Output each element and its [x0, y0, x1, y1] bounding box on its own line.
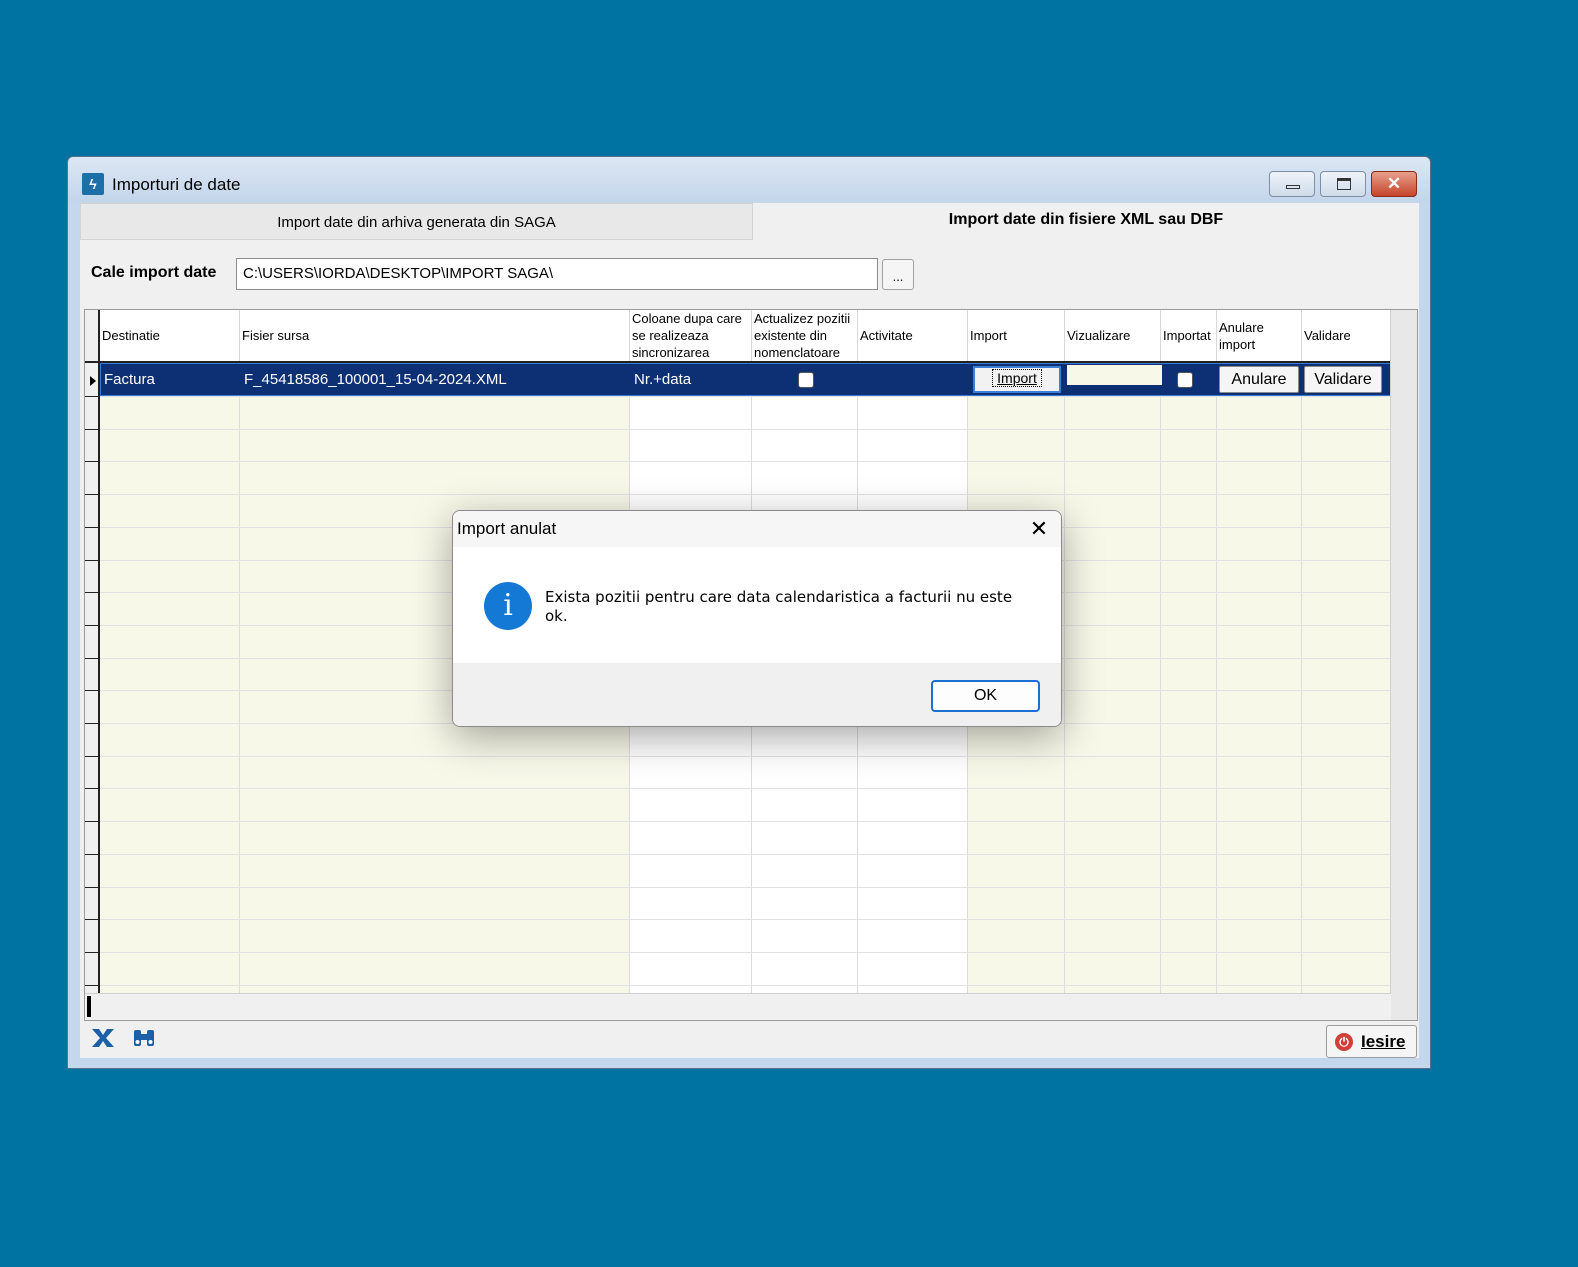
row-indicator-tick — [85, 526, 98, 528]
row-indicator-tick — [85, 984, 98, 986]
row-indicator-tick — [85, 624, 98, 626]
dialog-title: Import anulat — [457, 519, 557, 538]
row-indicator-tick — [85, 690, 98, 692]
grid-row-line — [100, 951, 1391, 953]
message-dialog: Import anulat ✕ i Exista pozitii pentru … — [452, 510, 1062, 727]
browse-button[interactable]: ... — [882, 259, 914, 290]
row-indicator-tick — [85, 919, 98, 921]
row-indicator-tick — [85, 494, 98, 496]
row-indicator-tick — [85, 755, 98, 757]
col-bg — [100, 363, 240, 993]
binoculars-icon[interactable] — [131, 1026, 157, 1050]
col-vizualizare[interactable]: Vizualizare — [1065, 310, 1161, 361]
power-icon: ⏻ — [1335, 1033, 1353, 1051]
row-indicator-tick — [85, 853, 98, 855]
minimize-icon — [1286, 185, 1300, 189]
header-indicator — [85, 310, 100, 361]
window-titlebar[interactable]: ϟ Importuri de date ✕ — [68, 157, 1430, 203]
table-row[interactable]: Factura F_45418586_100001_15-04-2024.XML… — [100, 363, 1391, 396]
row-indicator-tick — [85, 396, 98, 397]
actualizez-checkbox[interactable] — [798, 372, 814, 388]
dialog-message: Exista pozitii pentru care data calendar… — [545, 588, 1013, 625]
ok-button[interactable]: OK — [931, 680, 1040, 712]
grid-row-line — [100, 461, 1391, 463]
grid-row-line — [100, 396, 1391, 397]
import-button-label: Import — [992, 369, 1042, 387]
minimize-button[interactable] — [1269, 171, 1315, 197]
grid-header: Destinatie Fisier sursa Coloane dupa car… — [85, 310, 1391, 363]
col-bg — [1217, 363, 1302, 993]
grid-row-line — [100, 755, 1391, 757]
maximize-button[interactable] — [1320, 171, 1366, 197]
col-validare[interactable]: Validare — [1302, 310, 1391, 361]
col-import[interactable]: Import — [968, 310, 1065, 361]
app-lightning-icon: ϟ — [82, 173, 104, 195]
maximize-icon — [1337, 178, 1351, 190]
row-indicator-tick — [85, 428, 98, 430]
exit-button[interactable]: ⏻ Iesire — [1326, 1025, 1417, 1058]
info-icon: i — [484, 582, 532, 630]
tab-import-xml-dbf[interactable]: Import date din fisiere XML sau DBF — [753, 203, 1419, 240]
cell-fisier-sursa[interactable]: F_45418586_100001_15-04-2024.XML — [241, 364, 631, 395]
scroll-marker — [87, 996, 91, 1017]
col-destinatie[interactable]: Destinatie — [100, 310, 240, 361]
col-activitate[interactable]: Activitate — [858, 310, 968, 361]
dialog-footer: OK — [453, 663, 1061, 726]
row-indicator-tick — [85, 461, 98, 463]
grid-row-line — [100, 821, 1391, 823]
grid-row-line — [100, 886, 1391, 888]
grid-row-line — [100, 919, 1391, 921]
exit-button-label: Iesire — [1361, 1032, 1406, 1051]
row-indicator-tick — [85, 788, 98, 790]
cell-coloane[interactable]: Nr.+data — [631, 364, 753, 395]
current-row-marker-icon — [90, 376, 96, 386]
validare-button[interactable]: Validare — [1304, 366, 1382, 393]
col-bg — [1161, 363, 1217, 993]
row-indicator-tick — [85, 951, 98, 953]
cell-vizualizare[interactable] — [1067, 365, 1162, 385]
close-icon: ✕ — [1386, 174, 1402, 193]
window-title: Importuri de date — [112, 175, 241, 194]
import-button[interactable]: Import — [973, 366, 1061, 393]
dialog-close-icon[interactable]: ✕ — [1027, 517, 1051, 541]
path-label: Cale import date — [91, 264, 217, 281]
dialog-titlebar[interactable]: Import anulat ✕ — [453, 511, 1061, 547]
col-actualizez-pozitii[interactable]: Actualizez pozitii existente din nomencl… — [752, 310, 858, 361]
anulare-button[interactable]: Anulare — [1219, 366, 1299, 393]
tab-import-arhiva[interactable]: Import date din arhiva generata din SAGA — [80, 203, 753, 240]
row-indicator-tick — [85, 592, 98, 594]
row-indicator-tick — [85, 886, 98, 888]
vertical-scrollbar[interactable] — [1390, 310, 1417, 1020]
row-indicator-tick — [85, 559, 98, 561]
col-importat[interactable]: Importat — [1161, 310, 1217, 361]
col-bg — [1065, 363, 1161, 993]
close-button[interactable]: ✕ — [1371, 171, 1417, 197]
row-indicator-column — [85, 363, 100, 993]
grid-row-line — [100, 853, 1391, 855]
excel-export-icon[interactable] — [90, 1026, 116, 1050]
row-indicator-tick — [85, 821, 98, 823]
importat-checkbox[interactable] — [1177, 372, 1193, 388]
grid-row-line — [100, 428, 1391, 430]
col-fisier-sursa[interactable]: Fisier sursa — [240, 310, 630, 361]
col-anulare-import[interactable]: Anulare import — [1217, 310, 1302, 361]
col-bg — [1302, 363, 1391, 993]
grid-row-line — [100, 494, 1391, 496]
path-input[interactable]: C:\USERS\IORDA\DESKTOP\IMPORT SAGA\ — [236, 258, 878, 290]
cell-destinatie[interactable]: Factura — [101, 364, 241, 395]
horizontal-scrollbar[interactable] — [85, 993, 1391, 1020]
grid-row-line — [100, 984, 1391, 986]
row-indicator-tick — [85, 723, 98, 724]
col-coloane-sincronizare[interactable]: Coloane dupa care se realizeaza sincroni… — [630, 310, 752, 361]
row-indicator-tick — [85, 657, 98, 659]
grid-row-line — [100, 788, 1391, 790]
